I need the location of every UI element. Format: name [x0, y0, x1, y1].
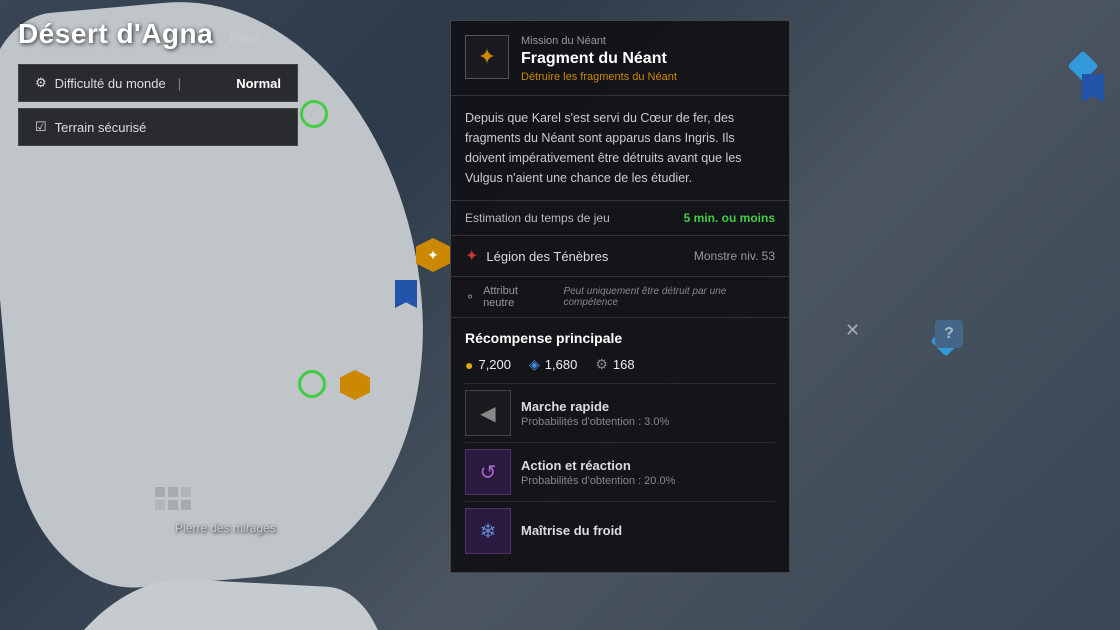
- checkbox-icon: ☑: [35, 119, 47, 135]
- attribute-name: Attribut neutre: [483, 285, 549, 309]
- reward-icon-2: ↺: [480, 460, 497, 485]
- mission-enemy: ✦ Légion des Ténèbres Monstre niv. 53: [451, 236, 789, 277]
- mission-header: ✦ Mission du Néant Fragment du Néant Dét…: [451, 21, 789, 96]
- mission-time: Estimation du temps de jeu 5 min. ou moi…: [451, 201, 789, 236]
- map-building: [155, 487, 165, 497]
- reward-prob-2: Probabilités d'obtention : 20.0%: [521, 475, 675, 487]
- green-circle-icon-1[interactable]: [300, 100, 328, 128]
- green-circle-icon-2[interactable]: [298, 370, 326, 398]
- mission-icon-box: ✦: [465, 35, 509, 79]
- gold-value: 7,200: [478, 357, 511, 372]
- mission-name: Fragment du Néant: [521, 49, 775, 68]
- reward-item-3: ❄ Maîtrise du froid: [465, 501, 775, 560]
- gear-value: 168: [613, 357, 635, 372]
- map-privacy: Privé: [229, 30, 261, 46]
- time-value: 5 min. ou moins: [684, 211, 775, 225]
- enemy-icon: ✦: [465, 246, 478, 266]
- reward-icon-3: ❄: [480, 519, 497, 544]
- globe-icon: ⚙: [35, 75, 47, 91]
- map-building: [168, 487, 178, 497]
- reward-name-1: Marche rapide: [521, 399, 669, 414]
- gear-reward: ⚙ 168: [595, 356, 634, 373]
- attribute-desc: Peut uniquement être détruit par une com…: [563, 286, 775, 308]
- reward-name-3: Maîtrise du froid: [521, 523, 622, 538]
- reward-icon-box-3: ❄: [465, 508, 511, 554]
- reward-prob-1: Probabilités d'obtention : 3.0%: [521, 416, 669, 428]
- rewards-title: Récompense principale: [465, 330, 775, 346]
- reward-info-1: Marche rapide Probabilités d'obtention :…: [521, 399, 669, 428]
- reward-info-3: Maîtrise du froid: [521, 523, 622, 540]
- mission-rewards: Récompense principale ● 7,200 ◈ 1,680 ⚙ …: [451, 318, 789, 572]
- reward-icon-box-2: ↺: [465, 449, 511, 495]
- divider: |: [178, 76, 181, 91]
- mission-type: Mission du Néant: [521, 35, 775, 47]
- mission-panel: ✦ Mission du Néant Fragment du Néant Dét…: [450, 20, 790, 573]
- reward-name-2: Action et réaction: [521, 458, 675, 473]
- difficulty-button[interactable]: ⚙ Difficulté du monde | Normal: [18, 64, 298, 102]
- coin-icon: ●: [465, 357, 473, 373]
- difficulty-value: Normal: [236, 76, 281, 91]
- reward-icon-1: ◀: [480, 401, 495, 426]
- crossed-swords-icon-1[interactable]: ✕: [845, 320, 860, 341]
- xp-reward: ◈ 1,680: [529, 356, 577, 373]
- reward-item-2: ↺ Action et réaction Probabilités d'obte…: [465, 442, 775, 501]
- xp-value: 1,680: [545, 357, 578, 372]
- map-building: [155, 500, 165, 510]
- controls-panel: ⚙ Difficulté du monde | Normal ☑ Terrain…: [18, 64, 298, 146]
- terrain-right: [0, 570, 396, 630]
- terrain-label: Terrain sécurisé: [55, 120, 147, 135]
- terrain-button[interactable]: ☑ Terrain sécurisé: [18, 108, 298, 146]
- reward-item-1: ◀ Marche rapide Probabilités d'obtention…: [465, 383, 775, 442]
- gold-reward: ● 7,200: [465, 357, 511, 373]
- map-building: [181, 500, 191, 510]
- mission-attribute: ⚬ Attribut neutre Peut uniquement être d…: [451, 277, 789, 318]
- reward-icon-box-1: ◀: [465, 390, 511, 436]
- map-title: Désert d'Agna: [18, 18, 213, 50]
- map-building: [168, 500, 178, 510]
- mission-header-text: Mission du Néant Fragment du Néant Détru…: [521, 35, 775, 83]
- time-label: Estimation du temps de jeu: [465, 211, 610, 225]
- bookmark-icon-2[interactable]: [1082, 74, 1104, 102]
- mission-description: Depuis que Karel s'est servi du Cœur de …: [451, 96, 789, 201]
- gear-reward-icon: ⚙: [595, 356, 608, 373]
- reward-info-2: Action et réaction Probabilités d'obtent…: [521, 458, 675, 487]
- enemy-level: Monstre niv. 53: [694, 249, 775, 263]
- question-icon-1[interactable]: ?: [935, 320, 963, 348]
- rewards-currency: ● 7,200 ◈ 1,680 ⚙ 168: [465, 356, 775, 373]
- xp-icon: ◈: [529, 356, 540, 373]
- top-left-panel: Désert d'Agna Privé ⚙ Difficulté du mond…: [18, 18, 298, 146]
- location-pierre-des-mirages: Pierre des mirages: [175, 521, 276, 535]
- enemy-name: Légion des Ténèbres: [486, 249, 685, 264]
- mission-icon: ✦: [478, 44, 496, 70]
- mission-objective: Détruire les fragments du Néant: [521, 71, 775, 83]
- attribute-icon: ⚬: [465, 290, 475, 304]
- map-building: [181, 487, 191, 497]
- difficulty-label: Difficulté du monde: [55, 76, 166, 91]
